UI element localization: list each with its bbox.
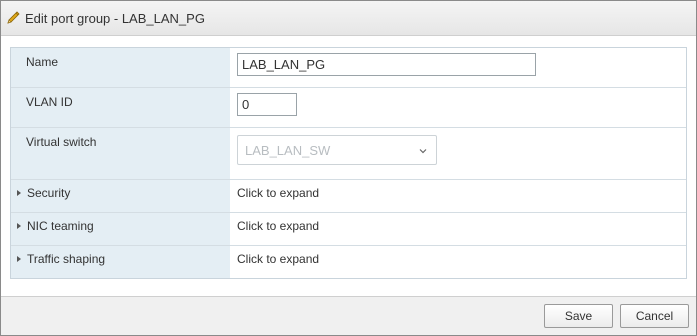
virtual-switch-row: Virtual switch LAB_LAN_SW xyxy=(11,128,686,180)
vlan-id-label: VLAN ID xyxy=(26,95,73,109)
caret-right-icon xyxy=(17,256,21,262)
name-label: Name xyxy=(26,55,59,69)
dialog-footer: Save Cancel xyxy=(1,296,696,335)
security-row[interactable]: Security Click to expand xyxy=(11,180,686,213)
save-button[interactable]: Save xyxy=(544,304,613,328)
nic-teaming-expand-link[interactable]: Click to expand xyxy=(237,219,319,233)
pencil-icon xyxy=(5,10,21,26)
dialog-title: Edit port group - LAB_LAN_PG xyxy=(25,10,205,26)
edit-port-group-dialog: Edit port group - LAB_LAN_PG Name VLAN I… xyxy=(0,0,697,336)
virtual-switch-select[interactable]: LAB_LAN_SW xyxy=(237,135,437,165)
vlan-id-input[interactable] xyxy=(237,93,297,116)
caret-right-icon xyxy=(17,190,21,196)
traffic-shaping-expand-link[interactable]: Click to expand xyxy=(237,252,319,266)
vlan-id-row: VLAN ID xyxy=(11,88,686,128)
port-group-form: Name VLAN ID Virtual switch xyxy=(10,47,687,279)
chevron-down-icon xyxy=(418,145,428,155)
cancel-button[interactable]: Cancel xyxy=(620,304,689,328)
name-row: Name xyxy=(11,48,686,88)
dialog-content: Name VLAN ID Virtual switch xyxy=(1,37,696,295)
nic-teaming-row[interactable]: NIC teaming Click to expand xyxy=(11,213,686,246)
virtual-switch-value: LAB_LAN_SW xyxy=(245,142,331,158)
name-input[interactable] xyxy=(237,53,536,76)
caret-right-icon xyxy=(17,223,21,229)
traffic-shaping-row[interactable]: Traffic shaping Click to expand xyxy=(11,246,686,278)
nic-teaming-label: NIC teaming xyxy=(27,219,94,233)
dialog-title-bar[interactable]: Edit port group - LAB_LAN_PG xyxy=(1,1,696,36)
virtual-switch-label: Virtual switch xyxy=(26,135,97,149)
security-expand-link[interactable]: Click to expand xyxy=(237,186,319,200)
traffic-shaping-label: Traffic shaping xyxy=(27,252,106,266)
security-label: Security xyxy=(27,186,71,200)
